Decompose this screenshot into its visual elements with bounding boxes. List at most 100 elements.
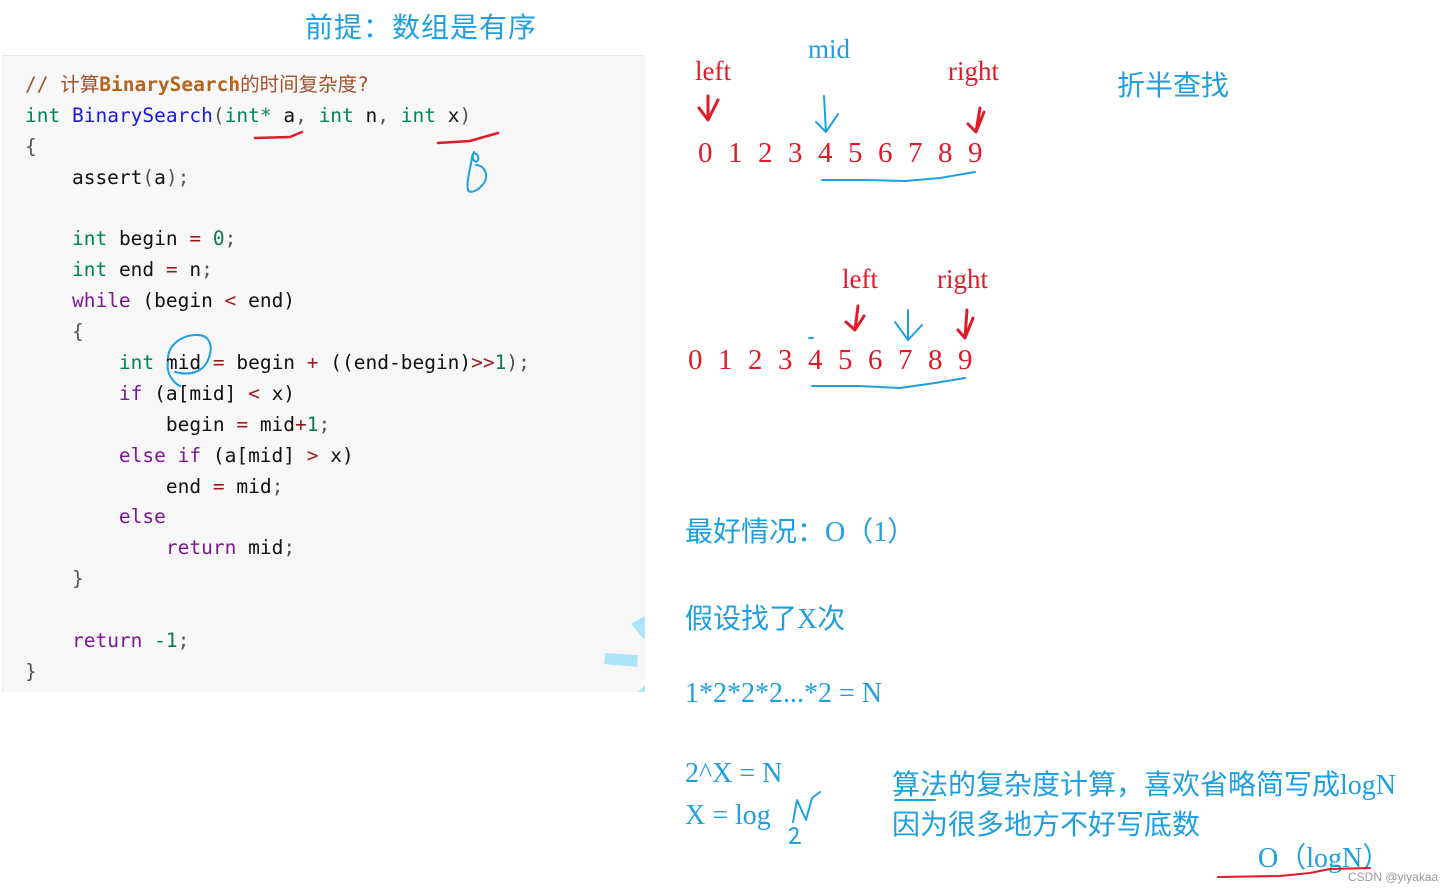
code-token: ) [459, 103, 472, 127]
code-token: int [71, 227, 108, 251]
code-line: int BinarySearch(int* a, int n, int x) [25, 101, 530, 132]
array-digits-2: 0123456789 [688, 344, 988, 377]
left-arrow-2 [844, 304, 866, 332]
code-line: return mid; [25, 533, 530, 564]
code-token: 的时间复杂度? [240, 73, 369, 96]
code-token: else if [118, 443, 202, 467]
mid-pointer-label: mid [808, 34, 851, 64]
code-line: } [25, 657, 530, 688]
code-token: mid [236, 536, 284, 560]
code-token: int* [224, 103, 272, 127]
code-token: mid [248, 412, 296, 436]
code-token: = [189, 227, 202, 251]
code-token: a [154, 165, 166, 189]
code-token: a [271, 103, 296, 127]
range-underline-1 [821, 171, 976, 182]
code-line: if (a[mid] < x) [25, 379, 530, 410]
watermark: CSDN @yiyakaa [1348, 870, 1439, 884]
code-token: int [25, 103, 61, 127]
code-line: { [25, 132, 530, 163]
explain-line-2: 因为很多地方不好写底数 [892, 810, 1201, 841]
code-token: begin [25, 412, 237, 436]
code-token: end [107, 258, 166, 282]
array-digit: 4 [808, 344, 823, 376]
array-digit: 0 [698, 137, 713, 169]
code-block: // 计算BinarySearch的时间复杂度? int BinarySearch… [2, 55, 645, 692]
code-token: + [306, 351, 319, 375]
array-digit: 3 [778, 344, 793, 376]
code-token: >> [471, 351, 495, 375]
code-token: = [236, 412, 249, 436]
code-token: { [71, 320, 84, 344]
array-digit: 6 [868, 344, 883, 376]
array-digit: 8 [938, 137, 953, 169]
right-pointer-label: right [948, 56, 999, 86]
binary-search-title: 折半查找 [1117, 69, 1230, 102]
code-token: int [318, 103, 354, 127]
code-token: 1 [494, 351, 507, 375]
premise-title: 前提：数组是有序 [305, 11, 538, 44]
code-line: return -1; [25, 626, 530, 657]
code-token: while [71, 289, 131, 313]
array-digit: 8 [928, 344, 943, 376]
array-digit: 7 [898, 344, 913, 376]
array-digit: 6 [878, 137, 893, 169]
code-token: x) [318, 443, 354, 467]
mid-arrow-2 [894, 309, 923, 341]
code-line: int end = n; [25, 255, 530, 286]
log-base-handwritten [789, 827, 801, 844]
code-token: ; [283, 536, 296, 560]
deco-ray [631, 615, 645, 640]
code-token: mid [224, 474, 272, 498]
code-token: = [212, 474, 225, 498]
code-token: ; [201, 258, 213, 282]
code-line: begin = mid+1; [25, 410, 530, 441]
left-pointer-label-2: left [842, 264, 878, 294]
deco-ray [604, 653, 638, 667]
code-line: { [25, 317, 530, 348]
code-token: , [295, 103, 319, 127]
code-token: (a[mid] [142, 381, 249, 405]
code-token: end) [236, 289, 296, 313]
code-token: ; [224, 227, 237, 251]
left-arrow-1 [697, 94, 720, 122]
array-digit: 1 [718, 344, 733, 376]
code-token: return [71, 629, 143, 653]
code-token: int [400, 103, 436, 127]
code-token: begin [107, 227, 190, 251]
code-token: else [118, 505, 166, 529]
left-pointer-label: left [695, 56, 731, 86]
right-pointer-label-2: right [937, 264, 988, 294]
code-token: -1 [154, 629, 178, 653]
range-underline-2 [811, 377, 966, 389]
code-token: ); [506, 351, 530, 375]
array-digit: 4 [818, 137, 833, 169]
code-token: , [377, 103, 401, 127]
code-token: } [71, 567, 84, 591]
code-token: end [25, 474, 213, 498]
code-token: (a[mid] [201, 443, 307, 467]
array-digit: 7 [908, 137, 923, 169]
code-token: ; [271, 474, 284, 498]
code-token: return [165, 536, 237, 560]
code-line: else [25, 502, 530, 533]
code-token: (begin [130, 289, 225, 313]
array-digit: 1 [728, 137, 743, 169]
log-n-handwritten [792, 791, 821, 823]
code-token: BinarySearch [99, 73, 241, 96]
right-arrow-1 [966, 106, 986, 134]
code-token: if [118, 381, 143, 405]
code-token: = [212, 351, 225, 375]
best-case-note: 最好情况：O（1） [685, 517, 916, 548]
